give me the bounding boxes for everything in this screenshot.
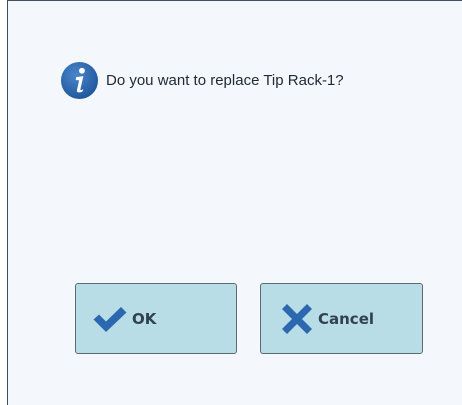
x-icon [282, 303, 312, 334]
cancel-button[interactable]: Cancel [260, 283, 423, 354]
ok-button-label: OK [132, 309, 157, 328]
cancel-button-label: Cancel [318, 309, 375, 328]
confirm-dialog: Do you want to replace Tip Rack-1? OK Ca… [7, 0, 462, 405]
screen: Do you want to replace Tip Rack-1? OK Ca… [0, 0, 462, 405]
checkmark-icon [93, 306, 127, 332]
info-icon [60, 61, 99, 99]
message-row: Do you want to replace Tip Rack-1? [60, 60, 344, 100]
ok-button[interactable]: OK [75, 283, 237, 354]
dialog-message: Do you want to replace Tip Rack-1? [106, 71, 344, 89]
